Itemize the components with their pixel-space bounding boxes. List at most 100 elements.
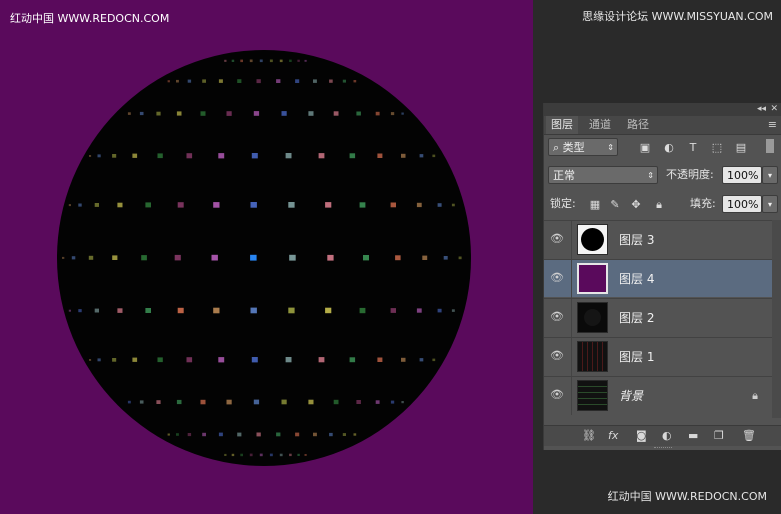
new-layer-icon[interactable]: ❐: [714, 429, 724, 442]
sphere-tile: [279, 59, 283, 63]
dropdown-arrow-icon: ⇕: [607, 143, 614, 152]
eye-icon[interactable]: 👁︎: [550, 311, 564, 323]
sphere-tile: [187, 433, 192, 437]
close-icon[interactable]: ✕: [770, 103, 778, 116]
trash-icon[interactable]: 🗑︎: [742, 429, 756, 442]
sphere-tile: [318, 357, 325, 363]
sphere-tile: [295, 79, 300, 83]
dropdown-arrow-icon: ⇕: [647, 171, 654, 180]
filter-type-icon[interactable]: T: [686, 141, 700, 155]
tab-layers[interactable]: 图层: [546, 116, 578, 134]
panel-bottom-bar: ⛓︎ fx ◙ ◐ ▬ ❐ 🗑︎: [544, 425, 781, 446]
lock-all-icon[interactable]: 🔒︎: [652, 198, 666, 212]
layer-thumbnail: [577, 263, 608, 294]
sphere-tile: [176, 399, 182, 405]
opacity-dropdown-icon[interactable]: ▾: [762, 166, 778, 184]
sphere-tile: [416, 202, 422, 208]
filter-smart-object-icon[interactable]: ▤: [734, 141, 748, 155]
sphere-tile: [117, 202, 123, 208]
tab-paths[interactable]: 路径: [622, 116, 654, 134]
layer-row[interactable]: 👁︎ 图层 3: [544, 220, 772, 259]
sphere-tile: [259, 453, 263, 457]
layer-row[interactable]: 👁︎ 背景 🔒︎: [544, 376, 772, 415]
lock-move-icon[interactable]: ✥: [629, 198, 643, 212]
sphere-tile: [289, 453, 292, 457]
sphere-tile: [127, 112, 131, 115]
sphere-tile: [94, 308, 99, 313]
filter-toggle[interactable]: [766, 139, 774, 153]
watermark-top-left: 红动中国 WWW.REDOCN.COM: [10, 12, 170, 25]
sphere-tile: [141, 255, 147, 261]
sphere-tile: [437, 308, 442, 313]
filter-shape-icon[interactable]: ⬚: [710, 141, 724, 155]
sphere-tile: [157, 153, 163, 159]
sphere-tile: [251, 357, 258, 363]
sphere-tile: [240, 453, 243, 457]
sphere-tile: [377, 357, 383, 362]
eye-icon[interactable]: 👁︎: [550, 389, 564, 401]
folder-icon[interactable]: ▬: [688, 429, 698, 442]
lock-transparent-icon[interactable]: ▦: [588, 198, 602, 212]
sphere-tile: [342, 433, 346, 436]
sphere-tile: [353, 80, 357, 83]
adjustment-icon[interactable]: ◐: [662, 429, 672, 442]
sphere-tile: [342, 79, 346, 83]
layer-row[interactable]: 👁︎ 图层 1: [544, 337, 772, 376]
layer-row[interactable]: 👁︎ 图层 2: [544, 298, 772, 337]
collapse-icon[interactable]: ◂◂: [757, 103, 766, 116]
sphere-tile: [112, 154, 117, 158]
sphere-tile: [237, 432, 242, 437]
link-icon[interactable]: ⛓︎: [582, 429, 596, 442]
eye-icon[interactable]: 👁︎: [550, 233, 564, 245]
sphere-tile: [395, 255, 401, 261]
filter-pixel-icon[interactable]: ▣: [638, 141, 652, 155]
sphere-tile: [89, 155, 92, 157]
filter-kind-select[interactable]: ⌕ 类型 ⇕: [548, 138, 618, 156]
eye-icon[interactable]: 👁︎: [550, 272, 564, 284]
sphere-tile: [117, 308, 123, 313]
blend-mode-select[interactable]: 正常 ⇕: [548, 166, 658, 184]
sphere-tile: [200, 111, 206, 116]
sphere-tile: [62, 256, 65, 259]
sphere-tile: [250, 202, 257, 208]
sphere-tile: [71, 256, 76, 260]
sphere-tile: [145, 308, 151, 313]
sphere-tile: [186, 357, 193, 363]
resize-grip[interactable]: [654, 447, 672, 450]
search-icon: ⌕: [553, 141, 563, 154]
sphere-tile: [88, 255, 94, 260]
lock-paint-icon[interactable]: ✎: [608, 198, 622, 212]
tab-channels[interactable]: 通道: [584, 116, 616, 134]
panel-tabs: 图层 通道 路径 ≡: [544, 116, 781, 135]
sphere-tile: [156, 111, 161, 116]
document-canvas[interactable]: 红动中国 WWW.REDOCN.COM: [0, 0, 533, 514]
sphere-tile: [390, 400, 395, 404]
layer-name: 图层 4: [619, 272, 655, 286]
sphere-tile: [176, 433, 179, 436]
sphere-tile: [401, 401, 404, 404]
sphere-tile: [281, 111, 287, 116]
sphere-tile: [253, 111, 260, 116]
sphere-tile: [157, 357, 163, 363]
disco-sphere: [57, 50, 471, 466]
fx-icon[interactable]: fx: [608, 429, 618, 442]
eye-icon[interactable]: 👁︎: [550, 350, 564, 362]
sphere-tile: [451, 309, 455, 312]
sphere-tile: [127, 400, 131, 404]
opacity-input[interactable]: 100%: [722, 166, 762, 184]
sphere-tile: [218, 79, 223, 83]
sphere-tile: [375, 400, 380, 404]
sphere-tile: [174, 254, 181, 261]
filter-adjustment-icon[interactable]: ◐: [662, 141, 676, 155]
sphere-tile: [304, 454, 307, 456]
sphere-tile: [226, 399, 232, 405]
sphere-tile: [269, 59, 273, 63]
mask-icon[interactable]: ◙: [636, 429, 647, 442]
sphere-tile: [313, 432, 317, 437]
sphere-tile: [231, 59, 235, 62]
fill-dropdown-icon[interactable]: ▾: [762, 195, 778, 213]
fill-input[interactable]: 100%: [722, 195, 762, 213]
layer-list-scrollbar[interactable]: [772, 220, 781, 418]
panel-menu-icon[interactable]: ≡: [763, 116, 781, 134]
layer-row-selected[interactable]: 👁︎ 图层 4: [544, 259, 772, 298]
